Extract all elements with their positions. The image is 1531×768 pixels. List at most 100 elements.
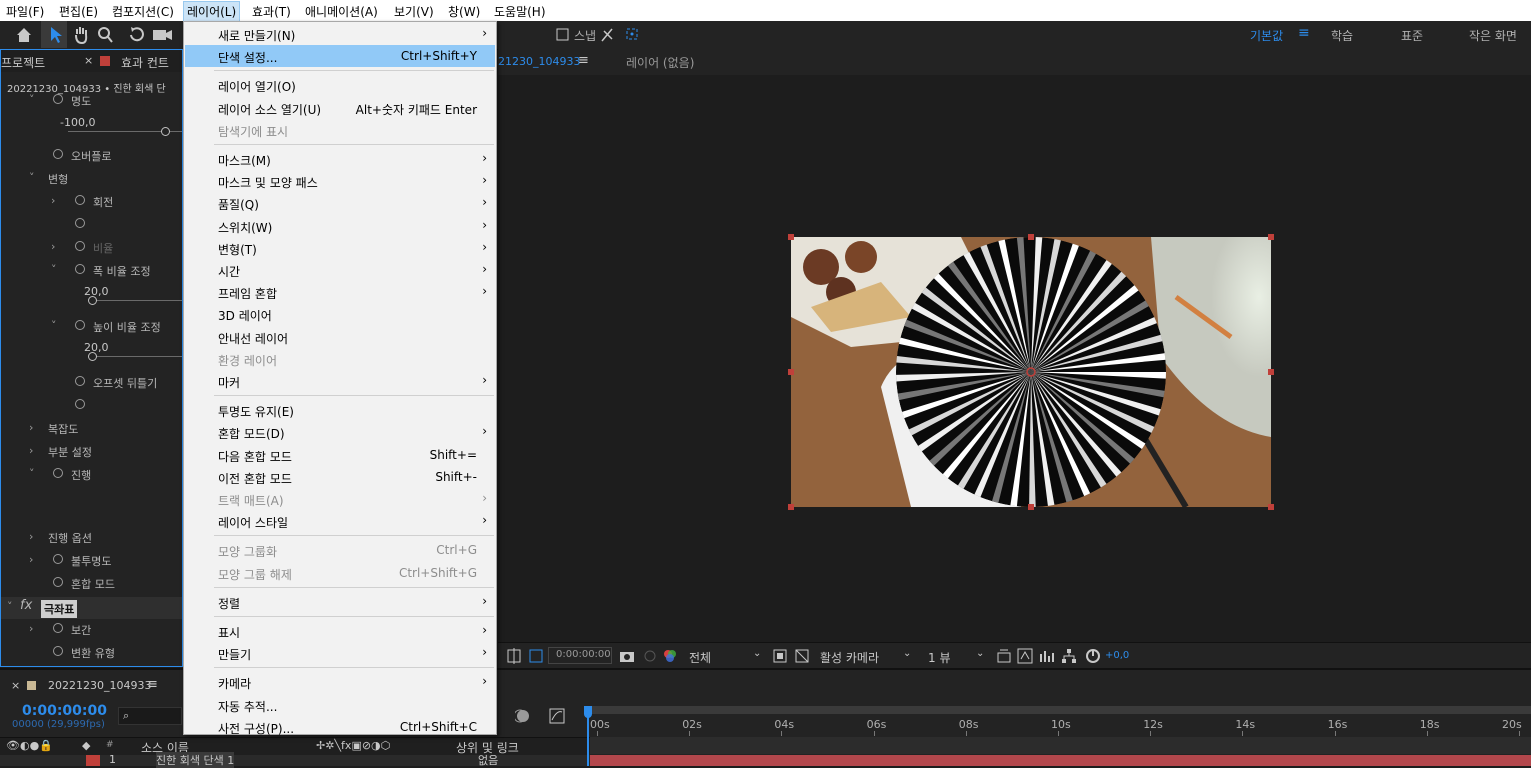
workspace-small-screen[interactable]: 작은 화면 xyxy=(1469,27,1517,44)
layer-menu-item[interactable]: 다음 혼합 모드 Shift+= xyxy=(185,444,495,466)
stopwatch-icon[interactable] xyxy=(53,149,63,159)
camera-dropdown[interactable]: 활성 카메라 xyxy=(820,649,879,666)
property-row[interactable]: ˅ 폭 비율 조정 xyxy=(1,260,182,282)
transform-handle[interactable] xyxy=(1028,234,1034,240)
stopwatch-icon[interactable] xyxy=(75,218,85,228)
chevron-right-icon[interactable]: › xyxy=(29,622,33,635)
stopwatch-icon[interactable] xyxy=(75,241,85,251)
chevron-down-icon[interactable]: ˅ xyxy=(51,263,57,276)
transform-handle[interactable] xyxy=(1268,369,1274,375)
resolution-dropdown[interactable]: 전체 xyxy=(689,649,711,666)
composition-viewer[interactable] xyxy=(498,75,1531,642)
property-row[interactable]: ˅ 높이 비율 조정 xyxy=(1,316,182,338)
stopwatch-icon[interactable] xyxy=(53,468,63,478)
stopwatch-icon[interactable] xyxy=(53,94,63,104)
layer-menu-item[interactable]: 3D 레이어 xyxy=(185,303,495,325)
stopwatch-icon[interactable] xyxy=(75,264,85,274)
current-time[interactable]: 0:00:00:00 xyxy=(22,703,107,719)
chevron-down-icon[interactable]: ⌄ xyxy=(903,648,911,659)
tab-layer[interactable]: 레이어 (없음) xyxy=(626,54,694,71)
toggle-transparency-icon[interactable] xyxy=(795,649,809,663)
menu-composition[interactable]: 컴포지션(C) xyxy=(112,3,174,20)
property-value[interactable]: 20,0 xyxy=(1,341,182,363)
menu-help[interactable]: 도움말(H) xyxy=(494,3,546,20)
close-icon[interactable]: × xyxy=(84,54,93,67)
layer-menu-item[interactable]: 사전 구성(P)... Ctrl+Shift+C xyxy=(185,716,495,738)
timeline-icon[interactable] xyxy=(1039,648,1055,664)
layer-menu-item[interactable]: 프레임 혼합 › xyxy=(185,281,495,303)
property-row[interactable]: › 회전 xyxy=(1,191,182,213)
menu-layer[interactable]: 레이어(L) xyxy=(183,1,241,22)
layer-parent[interactable]: 없음 xyxy=(478,752,498,768)
property-row[interactable]: 오프셋 뒤틀기 xyxy=(1,372,182,394)
menu-edit[interactable]: 편집(E) xyxy=(59,3,98,20)
chevron-right-icon[interactable]: › xyxy=(29,444,33,457)
close-icon[interactable]: × xyxy=(11,679,20,692)
slider-knob[interactable] xyxy=(88,296,97,305)
transparency-grid-icon[interactable] xyxy=(528,648,544,664)
workspace-default[interactable]: 기본값 xyxy=(1250,27,1283,44)
stopwatch-icon[interactable] xyxy=(75,399,85,409)
layer-menu-item[interactable]: 정렬 › xyxy=(185,591,495,613)
tab-composition[interactable]: 21230_104933 xyxy=(498,55,580,68)
property-row[interactable]: › 복잡도 xyxy=(1,418,182,440)
snap-checkbox[interactable] xyxy=(556,28,569,41)
property-row[interactable]: ˅ 진행 xyxy=(1,464,182,486)
camera-tool-icon[interactable] xyxy=(152,27,174,43)
stopwatch-icon[interactable] xyxy=(75,376,85,386)
property-row[interactable]: › 비율 xyxy=(1,237,182,259)
property-row[interactable]: 변환 유형 xyxy=(1,642,182,664)
zoom-tool-icon[interactable] xyxy=(96,25,114,45)
slider-track[interactable] xyxy=(92,300,182,301)
layer-menu-item[interactable]: 마커 › xyxy=(185,370,495,392)
home-icon[interactable] xyxy=(14,26,34,44)
toggle-pixel-aspect-icon[interactable] xyxy=(996,648,1012,664)
property-row[interactable]: › 진행 옵션 xyxy=(1,527,182,549)
chevron-down-icon[interactable]: ⌄ xyxy=(753,648,761,659)
layer-duration-bar[interactable] xyxy=(590,755,1531,766)
layer-menu-item[interactable]: 품질(Q) › xyxy=(185,192,495,214)
property-row[interactable]: 혼합 모드 xyxy=(1,573,182,595)
graph-editor-icon[interactable] xyxy=(549,708,565,724)
layer-menu-item[interactable]: 레이어 열기(O) xyxy=(185,74,495,96)
chevron-right-icon[interactable]: › xyxy=(51,240,55,253)
stopwatch-icon[interactable] xyxy=(75,195,85,205)
workspace-learn[interactable]: 학습 xyxy=(1331,27,1353,44)
layer-menu-item[interactable]: 단색 설정... Ctrl+Shift+Y xyxy=(185,45,495,68)
transform-handle[interactable] xyxy=(788,369,794,375)
composition-frame[interactable] xyxy=(791,237,1271,507)
tab-menu-icon[interactable]: ≡ xyxy=(578,53,589,68)
snapshot-icon[interactable] xyxy=(619,649,635,663)
time-ruler[interactable]: 00s 02s 04s 06s 08s 10s 12s 14s 16s 18s 20s xyxy=(590,714,1531,736)
effect-header[interactable]: ˅ fx 극좌표 xyxy=(1,597,182,619)
property-row[interactable]: 오버플로 xyxy=(1,145,182,167)
menu-view[interactable]: 보기(V) xyxy=(394,3,434,20)
transform-handle[interactable] xyxy=(1268,234,1274,240)
work-area-bar[interactable] xyxy=(590,706,1531,714)
search-input[interactable]: ⌕ xyxy=(118,707,182,725)
layer-menu-item[interactable]: 카메라 › xyxy=(185,671,495,693)
tab-effect-controls[interactable]: 효과 컨트 xyxy=(121,54,169,71)
selection-tool-icon[interactable] xyxy=(48,25,64,45)
layer-menu-item[interactable]: 안내선 레이어 xyxy=(185,326,495,348)
layer-menu-item[interactable]: 레이어 소스 열기(U) Alt+숫자 키패드 Enter xyxy=(185,97,495,119)
transform-handle[interactable] xyxy=(1268,504,1274,510)
layer-menu-item[interactable]: 표시 › xyxy=(185,620,495,642)
menu-file[interactable]: 파일(F) xyxy=(6,3,44,20)
stopwatch-icon[interactable] xyxy=(53,646,63,656)
transform-handle[interactable] xyxy=(788,504,794,510)
chevron-down-icon[interactable]: ˅ xyxy=(29,467,35,480)
layer-menu-item[interactable]: 레이어 스타일 › xyxy=(185,510,495,532)
transform-handle[interactable] xyxy=(788,234,794,240)
property-row[interactable]: ˅ 변형 xyxy=(1,168,182,190)
slider-track[interactable] xyxy=(92,356,182,357)
hand-tool-icon[interactable] xyxy=(72,25,90,45)
stopwatch-icon[interactable] xyxy=(53,554,63,564)
workspace-menu-icon[interactable]: ≡ xyxy=(1298,25,1310,41)
chevron-right-icon[interactable]: › xyxy=(51,194,55,207)
slider-knob[interactable] xyxy=(88,352,97,361)
menu-animation[interactable]: 애니메이션(A) xyxy=(305,3,378,20)
region-of-interest-icon[interactable] xyxy=(506,648,522,664)
layer-menu-item[interactable]: 혼합 모드(D) › xyxy=(185,421,495,443)
views-dropdown[interactable]: 1 뷰 xyxy=(928,649,951,666)
